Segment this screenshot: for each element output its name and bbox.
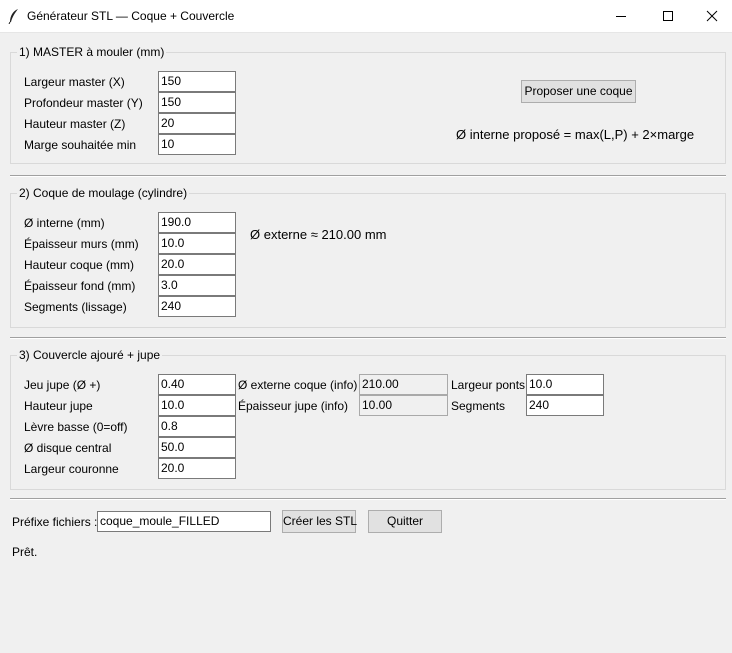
shell-external-info-field: 210.00 [359, 374, 448, 395]
separator-1 [10, 175, 726, 177]
separator-3 [10, 498, 726, 500]
propose-shell-button[interactable]: Proposer une coque [521, 80, 636, 103]
maximize-button[interactable] [645, 0, 691, 32]
segments-input[interactable]: 240 [158, 296, 236, 317]
skirt-height-input[interactable]: 10.0 [158, 395, 236, 416]
master-width-label: Largeur master (X) [24, 75, 125, 89]
lid-section-title: 3) Couvercle ajouré + jupe [17, 348, 163, 362]
crown-width-label: Largeur couronne [24, 462, 119, 476]
bottom-thickness-input[interactable]: 3.0 [158, 275, 236, 296]
bottom-thickness-label: Épaisseur fond (mm) [24, 279, 136, 293]
master-depth-label: Profondeur master (Y) [24, 96, 143, 110]
center-disk-input[interactable]: 50.0 [158, 437, 236, 458]
title-bar: Générateur STL — Coque + Couvercle [0, 0, 732, 33]
skirt-clearance-input[interactable]: 0.40 [158, 374, 236, 395]
formula-text: Ø interne proposé = max(L,P) + 2×marge [456, 127, 695, 142]
maximize-icon [663, 11, 673, 21]
lid-segments-label: Segments [451, 399, 506, 413]
wall-thickness-input[interactable]: 10.0 [158, 233, 236, 254]
skirt-thickness-info-field: 10.00 [359, 395, 448, 416]
feather-icon [8, 9, 18, 24]
center-disk-label: Ø disque central [24, 441, 112, 455]
bottom-lip-label: Lèvre basse (0=off) [24, 420, 128, 434]
skirt-clearance-label: Jeu jupe (Ø +) [24, 378, 101, 392]
minimize-icon [616, 16, 626, 17]
segments-label: Segments (lissage) [24, 300, 127, 314]
external-diameter-text: Ø externe ≈ 210.00 mm [250, 227, 387, 242]
minimize-button[interactable] [598, 0, 644, 32]
prefix-label: Préfixe fichiers : [12, 515, 98, 529]
margin-label: Marge souhaitée min [24, 138, 137, 152]
master-height-label: Hauteur master (Z) [24, 117, 126, 131]
shell-external-info-label: Ø externe coque (info) [238, 378, 358, 392]
skirt-height-label: Hauteur jupe [24, 399, 93, 413]
inner-diameter-label: Ø interne (mm) [24, 216, 105, 230]
master-height-input[interactable]: 20 [158, 113, 236, 134]
bridge-width-input[interactable]: 10.0 [526, 374, 604, 395]
shell-height-input[interactable]: 20.0 [158, 254, 236, 275]
status-text: Prêt. [12, 545, 38, 559]
lid-segments-input[interactable]: 240 [526, 395, 604, 416]
wall-thickness-label: Épaisseur murs (mm) [24, 237, 139, 251]
inner-diameter-input[interactable]: 190.0 [158, 212, 236, 233]
bridge-width-label: Largeur ponts [451, 378, 526, 392]
master-section-title: 1) MASTER à mouler (mm) [17, 45, 167, 59]
shell-section-title: 2) Coque de moulage (cylindre) [17, 186, 190, 200]
window-title: Générateur STL — Coque + Couvercle [27, 9, 235, 23]
quit-button[interactable]: Quitter [368, 510, 442, 533]
master-width-input[interactable]: 150 [158, 71, 236, 92]
skirt-thickness-info-label: Épaisseur jupe (info) [238, 399, 349, 413]
margin-input[interactable]: 10 [158, 134, 236, 155]
close-icon [706, 10, 717, 22]
shell-height-label: Hauteur coque (mm) [24, 258, 135, 272]
bottom-lip-input[interactable]: 0.8 [158, 416, 236, 437]
master-depth-input[interactable]: 150 [158, 92, 236, 113]
create-stl-button[interactable]: Créer les STL [282, 510, 357, 533]
separator-2 [10, 337, 726, 339]
close-button[interactable] [691, 0, 732, 32]
prefix-input[interactable]: coque_moule_FILLED [97, 511, 271, 532]
crown-width-input[interactable]: 20.0 [158, 458, 236, 479]
